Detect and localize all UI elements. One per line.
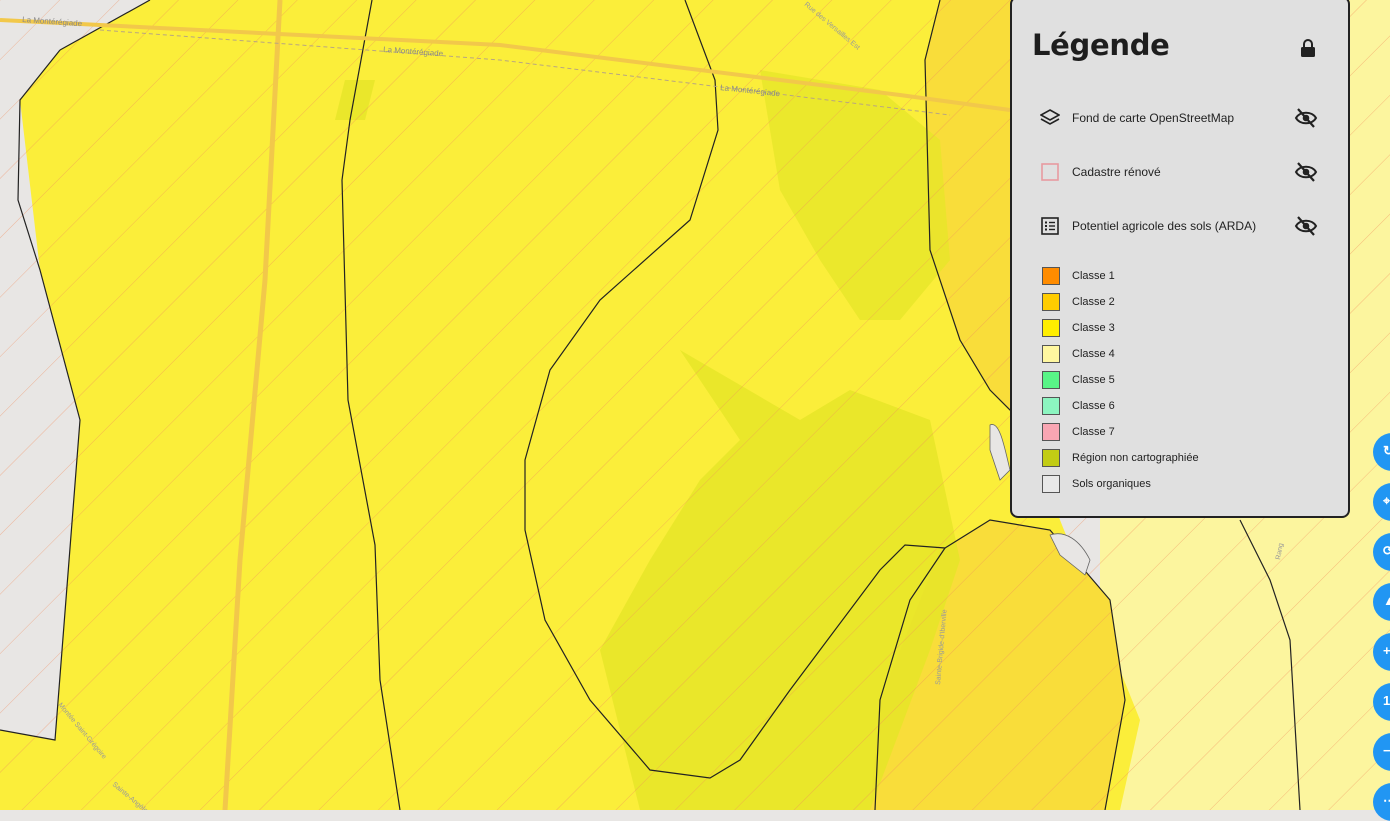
class-swatch (1042, 397, 1060, 415)
class-swatch (1042, 371, 1060, 389)
legend-panel: Légende Fond de carte OpenStreetMap Cada… (1010, 0, 1350, 518)
legend-class-row: Classe 2 (1040, 292, 1300, 314)
lock-icon[interactable] (1298, 38, 1318, 58)
legend-class-row: Classe 3 (1040, 318, 1300, 340)
class-label: Région non cartographiée (1072, 452, 1199, 464)
legend-class-row: Classe 6 (1040, 396, 1300, 418)
class-swatch (1042, 475, 1060, 493)
legend-class-row: Région non cartographiée (1040, 448, 1300, 470)
layer-label-cadastre: Cadastre rénové (1072, 165, 1161, 179)
class-label: Classe 5 (1072, 374, 1115, 386)
class-label: Classe 4 (1072, 348, 1115, 360)
refresh-icon: ⟳ (1383, 543, 1390, 558)
cadastre-outline-icon (1041, 163, 1059, 181)
crosshair-icon: ⌖ (1383, 493, 1390, 508)
class-swatch (1042, 345, 1060, 363)
eye-off-icon[interactable] (1294, 107, 1318, 129)
layer-label-osm: Fond de carte OpenStreetMap (1072, 111, 1235, 125)
eye-off-icon[interactable] (1294, 215, 1318, 237)
layer-label-arda: Potentiel agricole des sols (ARDA) (1072, 219, 1257, 233)
legend-class-row: Classe 4 (1040, 344, 1300, 366)
class-label: Classe 2 (1072, 296, 1115, 308)
zoom-out-icon: − (1383, 743, 1390, 758)
zoom-in-icon: + (1383, 643, 1390, 658)
legend-class-row: Classe 7 (1040, 422, 1300, 444)
layer-row-cadastre[interactable]: Cadastre rénové (1036, 157, 1328, 187)
class-label: Classe 3 (1072, 322, 1115, 334)
class-swatch (1042, 319, 1060, 337)
legend-class-row: Classe 5 (1040, 370, 1300, 392)
class-swatch (1042, 423, 1060, 441)
legend-class-row: Classe 1 (1040, 266, 1300, 288)
legend-class-row: Sols organiques (1040, 474, 1300, 496)
class-label: Classe 7 (1072, 426, 1115, 438)
legend-title: Légende (1032, 28, 1170, 62)
layer-row-arda[interactable]: Potentiel agricole des sols (ARDA) (1036, 211, 1328, 241)
class-label: Classe 6 (1072, 400, 1115, 412)
eye-off-icon[interactable] (1294, 161, 1318, 183)
class-label: Classe 1 (1072, 270, 1115, 282)
class-swatch (1042, 267, 1060, 285)
list-icon (1041, 217, 1059, 235)
navigation-arrow-icon: ▲ (1383, 593, 1390, 608)
class-swatch (1042, 449, 1060, 467)
class-swatch (1042, 293, 1060, 311)
class-label: Sols organiques (1072, 478, 1151, 490)
layer-row-osm[interactable]: Fond de carte OpenStreetMap (1036, 103, 1328, 133)
rotate-icon: ↻ (1383, 443, 1390, 458)
more-icon: ⋯ (1383, 793, 1390, 808)
zoom-level-text: 15 (1383, 693, 1390, 708)
layers-icon (1040, 109, 1060, 125)
